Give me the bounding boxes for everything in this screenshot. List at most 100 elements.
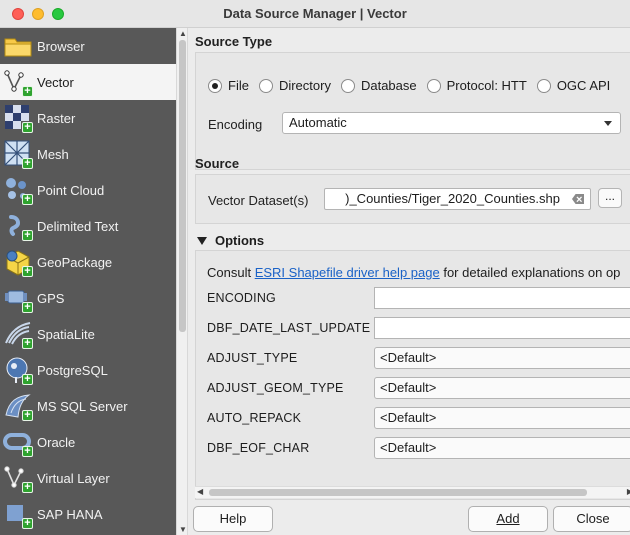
- options-horizontal-scrollbar[interactable]: ◀ ▶: [195, 486, 630, 498]
- scroll-up-arrow-icon[interactable]: ▲: [179, 29, 187, 38]
- sidebar-item-delimited-text[interactable]: + Delimited Text: [0, 208, 176, 244]
- postgresql-icon: +: [3, 355, 33, 385]
- option-label-adjust-geom-type: ADJUST_GEOM_TYPE: [207, 381, 344, 395]
- consult-text: Consult ESRI Shapefile driver help page …: [207, 265, 620, 280]
- sidebar-item-mesh[interactable]: + Mesh: [0, 136, 176, 172]
- option-label-encoding: ENCODING: [207, 291, 276, 305]
- sidebar-item-label: Browser: [37, 38, 85, 54]
- vector-dataset-input[interactable]: )_Counties/Tiger_2020_Counties.shp: [324, 188, 591, 210]
- radio-circle[interactable]: [426, 78, 441, 93]
- sidebar-item-point-cloud[interactable]: + Point Cloud: [0, 172, 176, 208]
- adjust-type-select[interactable]: <Default>: [374, 347, 630, 369]
- sidebar: Browser + Vector + Raster + Mesh + Point…: [0, 28, 176, 535]
- sidebar-item-label: Raster: [37, 110, 76, 126]
- sidebar-item-raster[interactable]: + Raster: [0, 100, 176, 136]
- radio-database[interactable]: Database: [340, 78, 417, 93]
- main-content: Source Type File Directory Database Prot…: [189, 28, 630, 535]
- radio-protocol[interactable]: Protocol: HTT: [426, 78, 527, 93]
- dbf-eof-char-select[interactable]: <Default>: [374, 437, 630, 459]
- vector-dataset-value: )_Counties/Tiger_2020_Counties.shp: [345, 191, 560, 206]
- sidebar-item-virtual-layer[interactable]: + Virtual Layer: [0, 460, 176, 496]
- radio-circle[interactable]: [340, 78, 355, 93]
- sidebar-item-oracle[interactable]: + Oracle: [0, 424, 176, 460]
- scrollbar-thumb[interactable]: [209, 489, 587, 496]
- encoding-select[interactable]: Automatic: [282, 112, 621, 134]
- sidebar-item-browser[interactable]: Browser: [0, 28, 176, 64]
- delimited-text-icon: +: [3, 211, 33, 241]
- vector-dataset-label: Vector Dataset(s): [208, 193, 309, 208]
- browse-button[interactable]: ...: [598, 188, 622, 208]
- scroll-left-arrow-icon[interactable]: ◀: [197, 487, 203, 496]
- source-type-radio-group: File Directory Database Protocol: HTT OG…: [208, 78, 620, 93]
- sidebar-item-label: MS SQL Server: [37, 398, 128, 414]
- sidebar-item-ms-sql-server[interactable]: + MS SQL Server: [0, 388, 176, 424]
- option-label-auto-repack: AUTO_REPACK: [207, 411, 302, 425]
- radio-file[interactable]: File: [208, 78, 249, 93]
- sidebar-item-label: Point Cloud: [37, 182, 105, 198]
- radio-label: OGC API: [556, 78, 611, 93]
- radio-directory[interactable]: Directory: [258, 78, 331, 93]
- options-heading: Options: [215, 233, 265, 248]
- radio-label: File: [228, 78, 249, 93]
- radio-circle[interactable]: [208, 78, 222, 93]
- oracle-icon: +: [3, 427, 33, 457]
- content-vertical-scrollbar[interactable]: ▲ ▼: [176, 28, 188, 535]
- window-title: Data Source Manager | Vector: [223, 6, 407, 21]
- option-label-dbf-date: DBF_DATE_LAST_UPDATE: [207, 321, 371, 335]
- radio-label: Protocol: HTT: [446, 78, 527, 93]
- geopackage-icon: +: [3, 247, 33, 277]
- sidebar-item-sap-hana[interactable]: + SAP HANA: [0, 496, 176, 532]
- raster-icon: +: [3, 103, 33, 133]
- source-group: Vector Dataset(s) )_Counties/Tiger_2020_…: [195, 174, 630, 224]
- source-heading: Source: [195, 156, 240, 171]
- virtual-layer-icon: +: [3, 463, 33, 493]
- encoding-value: Automatic: [289, 115, 347, 130]
- sidebar-item-label: PostgreSQL: [37, 362, 108, 378]
- source-type-heading: Source Type: [195, 34, 273, 49]
- source-type-group: File Directory Database Protocol: HTT OG…: [195, 52, 630, 170]
- radio-label: Database: [360, 78, 417, 93]
- vector-icon: +: [3, 67, 33, 97]
- consult-suffix: for detailed explanations on op: [439, 265, 621, 280]
- mesh-icon: +: [3, 139, 33, 169]
- title-bar: Data Source Manager | Vector: [0, 0, 630, 28]
- sidebar-item-spatialite[interactable]: + SpatiaLite: [0, 316, 176, 352]
- sidebar-item-label: SAP HANA: [37, 506, 103, 522]
- mssql-icon: +: [3, 391, 33, 421]
- sidebar-item-label: Oracle: [37, 434, 76, 450]
- add-button-label: Add: [496, 511, 520, 526]
- sidebar-item-label: Delimited Text: [37, 218, 119, 234]
- consult-prefix: Consult: [207, 265, 255, 280]
- add-button[interactable]: Add: [468, 506, 548, 532]
- scroll-down-arrow-icon[interactable]: ▼: [179, 525, 187, 534]
- sidebar-item-label: GPS: [37, 290, 65, 306]
- sidebar-item-label: Virtual Layer: [37, 470, 110, 486]
- encoding-option-input[interactable]: [374, 287, 630, 309]
- shapefile-help-link[interactable]: ESRI Shapefile driver help page: [255, 265, 440, 280]
- radio-circle[interactable]: [536, 78, 551, 93]
- collapse-arrow-icon: [197, 236, 207, 245]
- adjust-geom-type-select[interactable]: <Default>: [374, 377, 630, 399]
- sidebar-item-label: GeoPackage: [37, 254, 113, 270]
- radio-circle[interactable]: [258, 78, 273, 93]
- close-button[interactable]: Close: [553, 506, 630, 532]
- sidebar-item-gps[interactable]: + GPS: [0, 280, 176, 316]
- scrollbar-thumb[interactable]: [179, 40, 186, 332]
- auto-repack-select[interactable]: <Default>: [374, 407, 630, 429]
- sidebar-item-geopackage[interactable]: + GeoPackage: [0, 244, 176, 280]
- options-toggle[interactable]: Options: [195, 233, 264, 248]
- encoding-label: Encoding: [208, 117, 263, 132]
- help-button[interactable]: Help: [193, 506, 273, 532]
- radio-label: Directory: [278, 78, 331, 93]
- gps-icon: +: [3, 283, 33, 313]
- clear-input-icon[interactable]: [572, 194, 584, 204]
- point-cloud-icon: +: [3, 175, 33, 205]
- sidebar-item-vector[interactable]: + Vector: [0, 64, 176, 100]
- dbf-date-option-input[interactable]: [374, 317, 630, 339]
- sidebar-item-label: Mesh: [37, 146, 69, 162]
- option-label-adjust-type: ADJUST_TYPE: [207, 351, 298, 365]
- sidebar-item-label: Vector: [37, 74, 74, 90]
- radio-ogc-api[interactable]: OGC API: [536, 78, 611, 93]
- chevron-down-icon: [604, 121, 612, 126]
- sidebar-item-postgresql[interactable]: + PostgreSQL: [0, 352, 176, 388]
